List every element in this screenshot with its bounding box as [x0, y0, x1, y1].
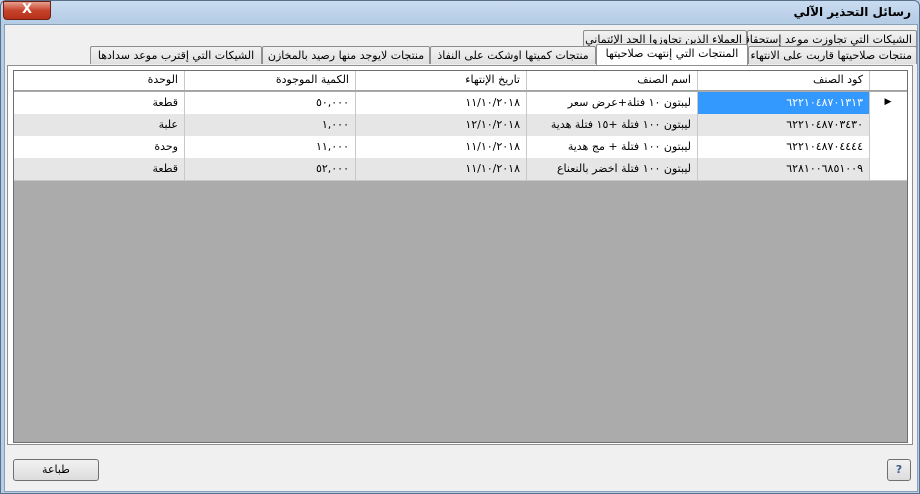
cell-name[interactable]: ليبتون ١٠٠ فتلة +١٥ فتلة هدية: [526, 114, 697, 136]
cell-quantity[interactable]: ١١,٠٠٠: [184, 136, 355, 158]
table-row[interactable]: ٦٢٢١٠٤٨٧٠٤٤٤٤ ليبتون ١٠٠ فتلة + مج هدية …: [14, 136, 907, 159]
table-row[interactable]: ▶ ٦٢٢١٠٤٨٧٠١٣١٣ ليبتون ١٠ فتلة+عرض سعر ١…: [14, 92, 907, 115]
client-area: الشيكات التي تجاوزت موعد إستحقاقها العمل…: [4, 24, 918, 492]
products-grid[interactable]: كود الصنف اسم الصنف تاريخ الإنتهاء الكمي…: [13, 70, 908, 443]
cell-code[interactable]: ٦٢٢١٠٤٨٧٠٤٤٤٤: [697, 136, 869, 158]
cell-expiry[interactable]: ١١/١٠/٢٠١٨: [355, 136, 526, 158]
cell-code[interactable]: ٦٢٢١٠٤٨٧٠٣٤٣٠: [697, 114, 869, 136]
column-header-expiry[interactable]: تاريخ الإنتهاء: [355, 71, 526, 90]
cell-quantity[interactable]: ٥٠,٠٠٠: [184, 92, 355, 114]
grid-header: كود الصنف اسم الصنف تاريخ الإنتهاء الكمي…: [14, 71, 907, 91]
row-header[interactable]: [869, 158, 907, 180]
column-header-quantity[interactable]: الكمية الموجودة: [184, 71, 355, 90]
cell-expiry[interactable]: ١٢/١٠/٢٠١٨: [355, 114, 526, 136]
column-header-name[interactable]: اسم الصنف: [526, 71, 697, 90]
table-row[interactable]: ٦٢٨١٠٠٦٨٥١٠٠٩ ليبتون ١٠٠ فتلة اخضر بالنع…: [14, 158, 907, 181]
tab-upcoming-checks[interactable]: الشيكات التي إقترب موعد سدادها: [90, 46, 262, 64]
cell-unit[interactable]: قطعة: [14, 158, 184, 180]
row-header[interactable]: [869, 114, 907, 136]
print-button[interactable]: طباعة: [13, 459, 99, 481]
cell-code[interactable]: ٦٢٨١٠٠٦٨٥١٠٠٩: [697, 158, 869, 180]
tab-row-front: منتجات صلاحيتها قاربت على الانتهاء المنت…: [5, 44, 917, 65]
column-header-unit[interactable]: الوحدة: [14, 71, 184, 90]
row-header[interactable]: [869, 136, 907, 158]
column-header-code[interactable]: كود الصنف: [697, 71, 869, 90]
close-button[interactable]: X: [3, 1, 51, 20]
row-header[interactable]: ▶: [869, 92, 907, 114]
cell-quantity[interactable]: ٥٢,٠٠٠: [184, 158, 355, 180]
title-bar: X رسائل التحذير الآلي: [1, 1, 919, 23]
cell-quantity[interactable]: ١,٠٠٠: [184, 114, 355, 136]
row-header-corner: [869, 71, 907, 90]
cell-unit[interactable]: علبة: [14, 114, 184, 136]
cell-name[interactable]: ليبتون ١٠٠ فتلة + مج هدية: [526, 136, 697, 158]
cell-name[interactable]: ليبتون ١٠٠ فتلة اخضر بالنعناع: [526, 158, 697, 180]
cell-name[interactable]: ليبتون ١٠ فتلة+عرض سعر: [526, 92, 697, 114]
tab-near-expiry-products[interactable]: منتجات صلاحيتها قاربت على الانتهاء: [748, 46, 917, 64]
table-row[interactable]: ٦٢٢١٠٤٨٧٠٣٤٣٠ ليبتون ١٠٠ فتلة +١٥ فتلة ه…: [14, 114, 907, 137]
cell-code[interactable]: ٦٢٢١٠٤٨٧٠١٣١٣: [697, 92, 869, 114]
window-title: رسائل التحذير الآلي: [793, 5, 911, 19]
tab-expired-products[interactable]: المنتجات التي إنتهت صلاحيتها: [596, 44, 748, 65]
tab-panel: كود الصنف اسم الصنف تاريخ الإنتهاء الكمي…: [7, 65, 913, 445]
right-triangle-icon: ▶: [884, 97, 892, 107]
tab-out-of-stock-products[interactable]: منتجات لايوجد منها رصيد بالمخازن: [262, 46, 430, 64]
tab-low-stock-products[interactable]: منتجات كميتها اوشكت على النفاذ: [430, 46, 596, 64]
cell-expiry[interactable]: ١١/١٠/٢٠١٨: [355, 92, 526, 114]
cell-unit[interactable]: وحدة: [14, 136, 184, 158]
help-icon[interactable]: ?: [887, 459, 911, 481]
cell-expiry[interactable]: ١١/١٠/٢٠١٨: [355, 158, 526, 180]
app-window: X رسائل التحذير الآلي الشيكات التي تجاوز…: [0, 0, 920, 494]
cell-unit[interactable]: قطعة: [14, 92, 184, 114]
